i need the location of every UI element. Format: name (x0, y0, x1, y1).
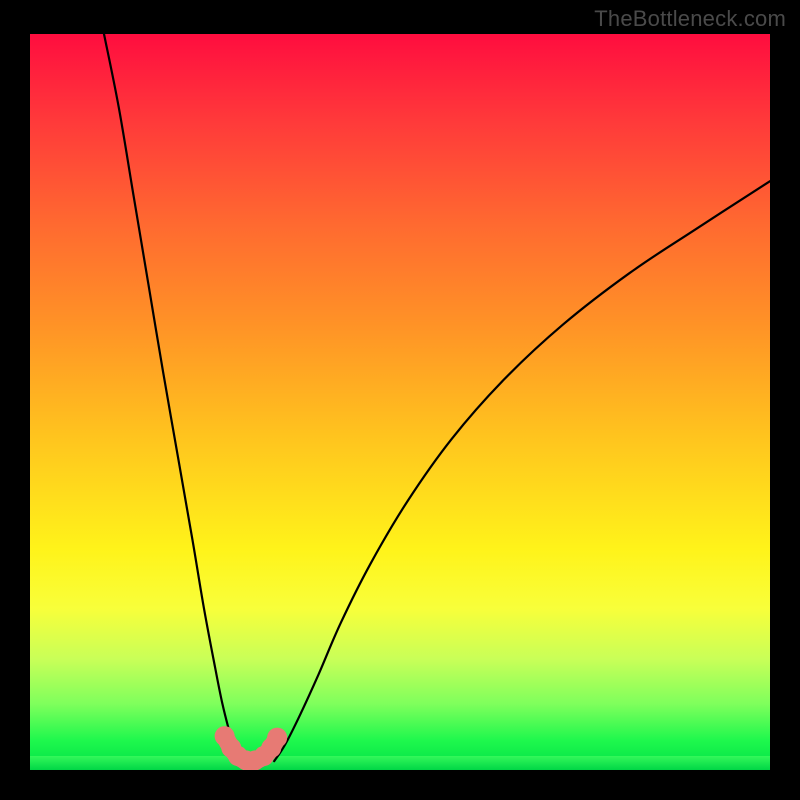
watermark-text: TheBottleneck.com (594, 6, 786, 32)
bottleneck-marker-dots (215, 726, 288, 770)
chart-frame: TheBottleneck.com (0, 0, 800, 800)
curve-left-branch (104, 34, 239, 761)
curve-right-branch (274, 181, 770, 761)
curve-layer (30, 34, 770, 770)
plot-area (30, 34, 770, 770)
bottleneck-marker-dot (267, 728, 287, 748)
